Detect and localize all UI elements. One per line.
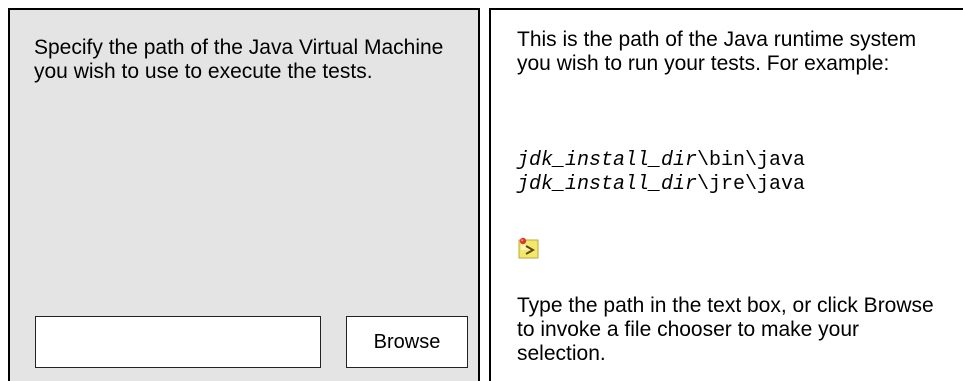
example-path-suffix: \bin\java <box>697 149 806 172</box>
example-path-variable: jdk_install_dir <box>517 149 698 172</box>
example-path-variable: jdk_install_dir <box>517 173 698 196</box>
jvm-path-input[interactable] <box>35 316 321 368</box>
question-panel: Specify the path of the Java Virtual Mac… <box>8 8 480 381</box>
help-intro-text: This is the path of the Java runtime sys… <box>517 28 917 75</box>
example-path-line: jdk_install_dir\bin\java <box>517 149 805 173</box>
example-path-suffix: \jre\java <box>697 173 806 196</box>
help-footer-text: Type the path in the text box, or click … <box>517 294 934 365</box>
help-panel: This is the path of the Java runtime sys… <box>489 8 963 381</box>
example-path-line: jdk_install_dir\jre\java <box>517 173 805 197</box>
note-icon <box>518 237 539 259</box>
wizard-frame: Specify the path of the Java Virtual Mac… <box>0 0 963 381</box>
question-text: Specify the path of the Java Virtual Mac… <box>34 36 444 83</box>
browse-button[interactable]: Browse <box>346 316 468 368</box>
example-paths: jdk_install_dir\bin\java jdk_install_dir… <box>517 149 805 197</box>
